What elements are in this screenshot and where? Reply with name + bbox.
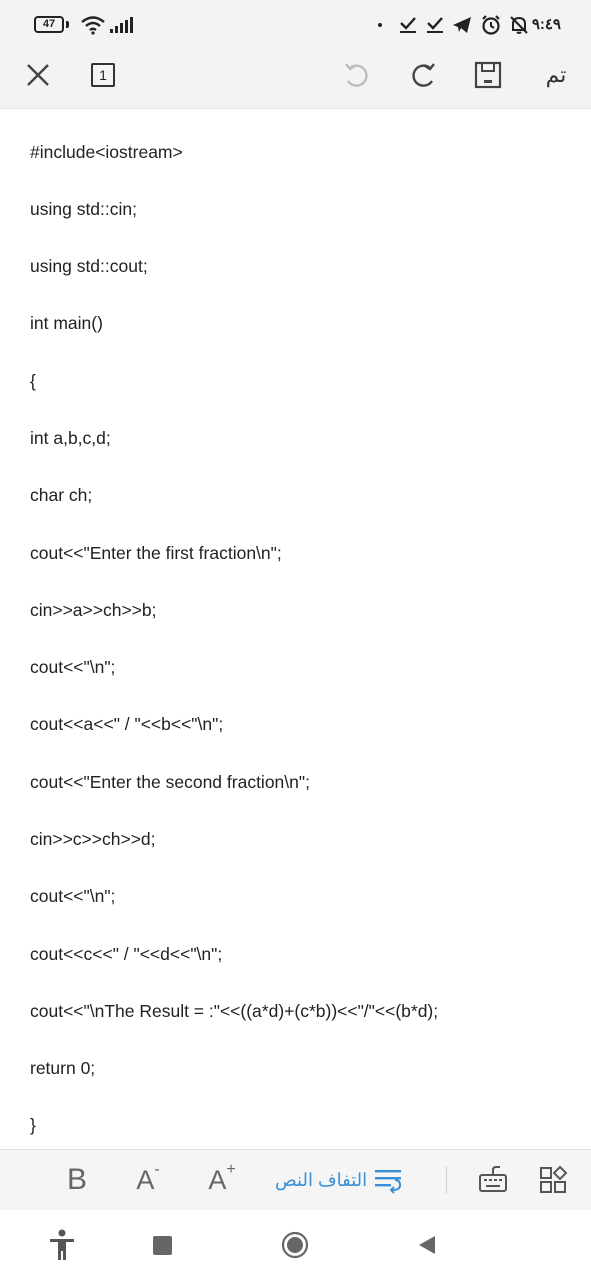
code-line: using std::cout; [30, 256, 148, 276]
code-line: cout<<"\n"; [30, 657, 116, 677]
status-bar: 47 ٩:٤٩ [0, 0, 591, 50]
code-line: cout<<a<<" / "<<b<<"\n"; [30, 714, 224, 734]
battery-indicator: 47 [34, 16, 64, 33]
close-button[interactable] [20, 52, 56, 98]
telegram-icon [453, 17, 471, 33]
alarm-icon [482, 15, 500, 35]
clock: ٩:٤٩ [531, 16, 561, 33]
redo-button[interactable] [406, 52, 442, 98]
code-line: cout<<"\n"; [30, 886, 116, 906]
keyboard-button[interactable] [476, 1150, 510, 1210]
increase-font-label: A [208, 1164, 227, 1195]
decrease-font-label: A [136, 1164, 155, 1195]
page-count-button[interactable]: 1 [88, 52, 118, 98]
back-icon [419, 1236, 435, 1254]
code-line: int main() [30, 313, 103, 333]
undo-icon [345, 63, 368, 87]
bold-button[interactable]: B [60, 1150, 94, 1210]
checkbox-done-icon [400, 17, 416, 33]
apps-button[interactable] [536, 1150, 570, 1210]
increase-font-button[interactable]: A + [204, 1150, 240, 1210]
save-icon [474, 61, 502, 89]
notification-dot-icon [378, 23, 382, 27]
recents-icon [152, 1235, 172, 1255]
checkbox-done-icon-2 [427, 17, 443, 33]
code-line: { [30, 371, 36, 391]
system-nav-bar [0, 1210, 591, 1280]
battery-tip [66, 21, 69, 28]
keyboard-icon [479, 1166, 507, 1192]
apps-grid-icon [540, 1165, 568, 1193]
back-button[interactable] [414, 1210, 440, 1280]
redo-icon [412, 63, 435, 87]
code-line: return 0; [30, 1058, 96, 1078]
text-wrap-icon [375, 1170, 402, 1194]
done-button[interactable]: تم [538, 52, 574, 98]
code-line: cout<<"Enter the second fraction\n"; [30, 772, 310, 792]
code-line: cin>>c>>ch>>d; [30, 829, 156, 849]
text-wrap-button[interactable]: التفاف النص [275, 1150, 403, 1210]
accessibility-icon [50, 1229, 74, 1260]
code-line: } [30, 1115, 36, 1135]
home-icon [281, 1231, 309, 1259]
text-wrap-label: التفاف النص [275, 1169, 368, 1190]
save-button[interactable] [470, 52, 506, 98]
close-icon [27, 64, 49, 86]
toolbar-divider [446, 1166, 447, 1194]
code-line: cout<<"Enter the first fraction\n"; [30, 543, 282, 563]
code-line: #include<iostream> [30, 142, 183, 162]
wifi-icon [81, 16, 105, 35]
document-area[interactable]: #include<iostream> using std::cin; using… [0, 109, 591, 1149]
top-bar: 47 ٩:٤٩ 1 تم [0, 0, 591, 109]
accessibility-button[interactable] [44, 1210, 80, 1280]
page-count: 1 [91, 63, 115, 87]
code-line: int a,b,c,d; [30, 428, 111, 448]
code-line: char ch; [30, 485, 93, 505]
bold-label: B [66, 1163, 87, 1196]
code-line: cin>>a>>ch>>b; [30, 600, 157, 620]
decrease-font-button[interactable]: A- [130, 1150, 166, 1210]
muted-bell-icon [510, 16, 528, 34]
signal-icon [110, 17, 133, 33]
code-line: cout<<"\nThe Result = :"<<((a*d)+(c*b))<… [30, 1001, 439, 1021]
code-line: cout<<c<<" / "<<d<<"\n"; [30, 944, 223, 964]
home-button[interactable] [280, 1210, 310, 1280]
recents-button[interactable] [148, 1210, 176, 1280]
undo-button[interactable] [338, 52, 374, 98]
code-line: using std::cin; [30, 199, 137, 219]
format-toolbar: B A- A + التفاف النص [0, 1149, 591, 1210]
